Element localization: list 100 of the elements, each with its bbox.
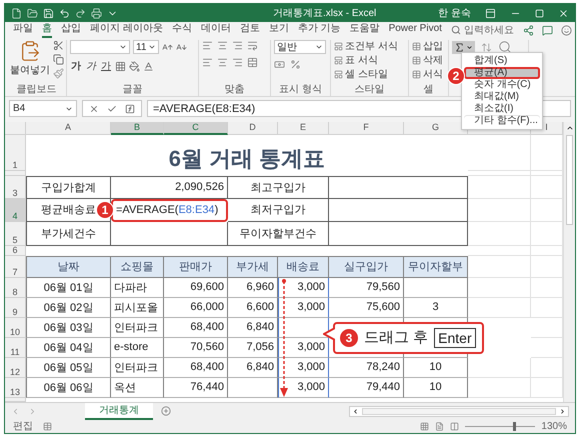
align-right-icon[interactable] [232,57,243,68]
name-box[interactable]: B4 [9,100,77,118]
slider-thumb[interactable] [513,422,516,431]
formula-cell[interactable]: =AVERAGE(E8:E34) [111,198,228,222]
column-header[interactable]: F [329,122,404,135]
scissors-icon[interactable] [53,40,64,52]
column-header[interactable]: G [404,122,468,135]
table-cell[interactable]: 2,090,526 [111,176,228,199]
search-icon[interactable] [498,40,512,54]
sheet-tab[interactable]: 거래통계 [85,402,153,420]
row-header[interactable]: 12 [5,358,26,378]
row-header[interactable]: 8 [5,278,26,298]
add-sheet-icon[interactable] [161,406,171,416]
ribbon-options-icon[interactable] [485,8,496,19]
font-size-field[interactable]: 11 [133,40,159,54]
row-header[interactable]: 5 [5,222,26,246]
copy-icon[interactable] [53,54,64,66]
ribbon-tab[interactable]: 수식 [172,22,192,38]
row-header[interactable]: 10 [5,318,26,338]
menu-item[interactable]: 평균(A) [464,67,540,79]
scrollbar-thumb[interactable] [362,408,556,415]
search-icon [450,25,461,36]
style-button[interactable]: 셀 스타일 [334,68,388,82]
undo-icon[interactable] [59,8,70,19]
paste-button[interactable]: 붙여넣기 [10,40,50,78]
page-break-icon[interactable] [450,422,460,431]
menu-item[interactable]: 숫자 개수(C) [464,79,540,91]
style-button[interactable]: 조건부 서식 [334,40,398,54]
column-header[interactable]: A [26,122,111,135]
folder-icon[interactable] [27,8,38,19]
number-format-field[interactable]: 일반 [274,40,326,54]
vertical-scrollbar[interactable] [563,122,575,402]
cells-button[interactable]: 삽입 [412,40,443,54]
redo-icon[interactable] [75,8,86,19]
column-header[interactable]: E [278,122,329,135]
maximize-icon[interactable] [535,8,544,18]
column-header[interactable]: B [111,122,164,135]
font-style-button[interactable]: 가 [85,59,97,74]
ribbon-tab[interactable]: 삽입 [61,22,81,38]
normal-view-icon[interactable] [420,422,430,431]
ribbon-tab[interactable]: 페이지 레이아웃 [90,22,163,38]
menu-item[interactable]: 최소값(I) [464,103,540,115]
function-icon[interactable] [125,104,135,114]
printer-icon[interactable] [91,8,102,19]
row-header[interactable]: 4 [5,198,26,222]
row-header[interactable]: 6 [5,246,26,256]
autosum-button[interactable] [452,40,475,54]
close-icon[interactable] [558,8,569,19]
sheet-cell[interactable] [468,246,531,256]
page-layout-icon[interactable] [435,422,444,431]
ribbon-tab[interactable]: 보기 [268,22,289,38]
table-cell: 3,000 [278,298,329,318]
table-cell: 피시포올 [111,298,164,318]
font-style-button[interactable]: 가 [100,59,112,74]
ribbon-tab[interactable]: Power Pivot [388,22,442,38]
ribbon-tab[interactable]: 파일 [13,22,33,38]
ribbon-tab[interactable]: 도움말 [350,22,380,38]
cells-button[interactable]: 서식 [412,68,443,82]
ribbon-tab[interactable]: 추가 기능 [298,22,341,38]
row-header[interactable]: 11 [5,338,26,358]
enter-icon[interactable] [107,104,117,114]
horizontal-scrollbar[interactable] [349,406,569,417]
smiley-icon[interactable] [560,24,572,36]
cancel-icon[interactable] [89,104,99,114]
wrap-text-icon[interactable] [247,40,258,52]
ribbon-tab[interactable]: 데이터 [200,22,231,38]
currency-icon[interactable] [274,59,285,70]
group-label: 셀 [422,84,434,96]
scrollbar-thumb[interactable] [566,134,573,225]
percent-icon[interactable] [290,59,301,70]
row-header[interactable]: 3 [5,176,26,199]
menu-item[interactable]: 합계(S) [464,55,540,67]
cells-button[interactable]: 삭제 [412,54,443,68]
row-header[interactable]: 9 [5,298,26,318]
fill-icon[interactable] [129,60,140,72]
share-icon[interactable] [522,24,534,36]
align-center-icon[interactable] [217,57,228,68]
row-header[interactable]: 7 [5,256,26,278]
row-header[interactable]: 13 [5,378,26,398]
new-file-icon[interactable] [11,8,22,19]
align-left-icon[interactable] [202,57,213,68]
sort-icon[interactable] [481,42,492,53]
menu-item[interactable]: 최대값(M) [464,91,540,103]
save-icon[interactable] [43,8,54,19]
font-name-field[interactable] [70,40,130,54]
row-header[interactable]: 1 [5,134,26,171]
column-header[interactable]: D [228,122,278,135]
column-header[interactable]: C [164,122,228,135]
merge-icon[interactable] [247,57,258,68]
search-field[interactable]: 입력하세요 [450,23,514,38]
scroll-right-icon[interactable] [559,408,566,415]
sheet-cell[interactable] [468,170,531,176]
style-button[interactable]: 표 서식 [334,54,378,68]
font-style-button[interactable]: 가 [70,59,82,74]
ribbon-tab[interactable]: 검토 [240,22,260,38]
border-icon[interactable] [115,60,126,72]
font-color-icon[interactable] [143,60,154,72]
comment-icon[interactable] [542,24,553,36]
scroll-left-icon[interactable] [352,408,359,415]
table-cell[interactable] [111,222,228,246]
